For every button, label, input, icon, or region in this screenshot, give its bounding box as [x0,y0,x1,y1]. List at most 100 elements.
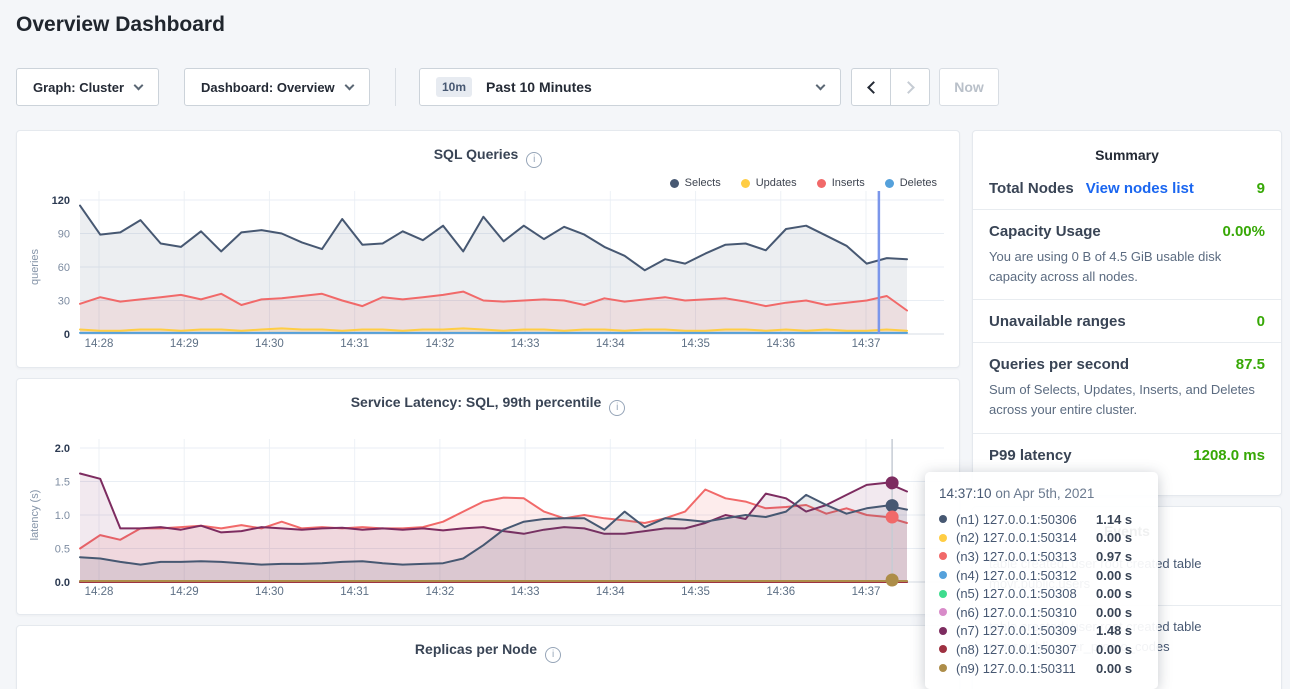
svg-text:0.0: 0.0 [55,577,70,589]
time-nav-group [851,68,930,106]
page-title: Overview Dashboard [16,13,225,37]
svg-text:120: 120 [52,195,70,207]
node-color-dot-icon [939,534,947,542]
chevron-down-icon [816,80,826,90]
graph-dropdown[interactable]: Graph: Cluster [16,68,159,106]
summary-value: 87.5 [1236,356,1265,373]
summary-row: Capacity Usage 0.00% You are using 0 B of … [973,210,1281,300]
svg-text:14:31: 14:31 [340,338,369,350]
summary-row: Total Nodes View nodes list 9 [973,167,1281,210]
time-range-label: Past 10 Minutes [486,79,592,95]
chevron-down-icon [345,80,355,90]
time-range-dropdown[interactable]: 10m Past 10 Minutes [419,68,841,106]
summary-subtext: Sum of Selects, Updates, Inserts, and De… [989,380,1265,420]
tooltip-node-label: (n2) 127.0.0.1:50314 [956,530,1096,545]
tooltip-node-label: (n7) 127.0.0.1:50309 [956,623,1096,638]
svg-text:2.0: 2.0 [55,443,70,455]
chevron-right-icon [902,81,915,94]
dashboard-dropdown[interactable]: Dashboard: Overview [184,68,370,106]
summary-label: P99 latency [989,447,1072,464]
summary-value: 9 [1257,180,1265,197]
node-color-dot-icon [939,608,947,616]
tooltip-node-value: 1.14 s [1096,512,1132,527]
svg-text:14:32: 14:32 [425,338,454,350]
svg-text:14:28: 14:28 [85,338,114,350]
tooltip-node-label: (n1) 127.0.0.1:50306 [956,512,1096,527]
tooltip-node-value: 0.00 s [1096,530,1132,545]
summary-label: Queries per second [989,356,1129,373]
info-icon[interactable]: i [609,400,625,416]
svg-text:0: 0 [64,329,70,341]
tooltip-node-value: 1.48 s [1096,623,1132,638]
tooltip-row: (n5) 127.0.0.1:503080.00 s [939,584,1144,603]
summary-label: Total Nodes [989,180,1074,197]
info-icon[interactable]: i [545,647,561,663]
node-color-dot-icon [939,552,947,560]
next-range-button[interactable] [890,68,930,106]
svg-text:14:37: 14:37 [852,586,881,598]
summary-value: 1208.0 ms [1193,447,1265,464]
tooltip-row: (n1) 127.0.0.1:503061.14 s [939,510,1144,529]
sql-queries-panel: SQL Queriesi SelectsUpdatesInsertsDelete… [16,130,960,368]
svg-text:0.5: 0.5 [55,544,70,556]
latency-panel: Service Latency: SQL, 99th percentilei 1… [16,378,960,615]
tooltip-row: (n6) 127.0.0.1:503100.00 s [939,603,1144,622]
node-color-dot-icon [939,645,947,653]
summary-rows: Total Nodes View nodes list 9 Capacity Usag… [973,167,1281,476]
view-nodes-link[interactable]: View nodes list [1086,180,1194,197]
now-button[interactable]: Now [939,68,999,106]
sql-chart-svg[interactable]: 14:2814:2914:3014:3114:3214:3314:3414:35… [18,187,960,363]
node-color-dot-icon [939,590,947,598]
tooltip-node-value: 0.00 s [1096,605,1132,620]
summary-panel: Summary Total NodesView nodes list9Capac… [972,130,1282,496]
summary-label: Capacity Usage [989,223,1101,240]
summary-row: P99 latency 1208.0 ms [973,434,1281,476]
svg-text:14:34: 14:34 [596,586,625,598]
tooltip-node-value: 0.00 s [1096,661,1132,676]
svg-text:30: 30 [58,296,70,308]
node-color-dot-icon [939,664,947,672]
summary-row: Unavailable ranges0 [973,300,1281,343]
svg-text:60: 60 [58,262,70,274]
svg-text:queries: queries [29,248,41,285]
tooltip-node-label: (n8) 127.0.0.1:50307 [956,642,1096,657]
svg-text:90: 90 [58,229,70,241]
chevron-left-icon [867,81,880,94]
summary-row: Queries per second 87.5 Sum of Selects, Up… [973,343,1281,433]
svg-text:14:33: 14:33 [511,586,540,598]
svg-text:14:35: 14:35 [681,586,710,598]
svg-text:14:36: 14:36 [766,586,795,598]
tooltip-timestamp: 14:37:10 on Apr 5th, 2021 [939,486,1144,501]
node-color-dot-icon [939,515,947,523]
summary-value: 0.00% [1222,223,1265,240]
chart-tooltip: 14:37:10 on Apr 5th, 2021 (n1) 127.0.0.1… [925,472,1158,689]
svg-text:14:36: 14:36 [766,338,795,350]
controls-divider [395,68,396,106]
svg-text:latency (s): latency (s) [29,490,41,541]
tooltip-row: (n2) 127.0.0.1:503140.00 s [939,529,1144,548]
svg-text:14:28: 14:28 [85,586,114,598]
dashboard-dropdown-label: Dashboard: Overview [201,80,335,95]
latency-chart-svg[interactable]: 14:2814:2914:3014:3114:3214:3314:3414:35… [18,435,960,611]
tooltip-row: (n8) 127.0.0.1:503070.00 s [939,640,1144,659]
svg-text:14:31: 14:31 [340,586,369,598]
prev-range-button[interactable] [851,68,891,106]
svg-text:14:35: 14:35 [681,338,710,350]
summary-subtext: You are using 0 B of 4.5 GiB usable disk… [989,247,1265,287]
replicas-panel: Replicas per Nodei [16,625,960,689]
svg-text:14:29: 14:29 [170,338,199,350]
svg-text:14:29: 14:29 [170,586,199,598]
tooltip-node-label: (n4) 127.0.0.1:50312 [956,568,1096,583]
svg-text:14:37: 14:37 [852,338,881,350]
node-color-dot-icon [939,571,947,579]
svg-text:1.0: 1.0 [55,510,70,522]
tooltip-node-value: 0.00 s [1096,642,1132,657]
svg-text:14:34: 14:34 [596,338,625,350]
replicas-chart-title: Replicas per Nodei [17,626,959,663]
info-icon[interactable]: i [526,152,542,168]
time-range-badge: 10m [436,77,472,97]
tooltip-node-label: (n3) 127.0.0.1:50313 [956,549,1096,564]
tooltip-rows: (n1) 127.0.0.1:503061.14 s(n2) 127.0.0.1… [939,510,1144,677]
tooltip-row: (n9) 127.0.0.1:503110.00 s [939,659,1144,678]
svg-text:14:32: 14:32 [425,586,454,598]
